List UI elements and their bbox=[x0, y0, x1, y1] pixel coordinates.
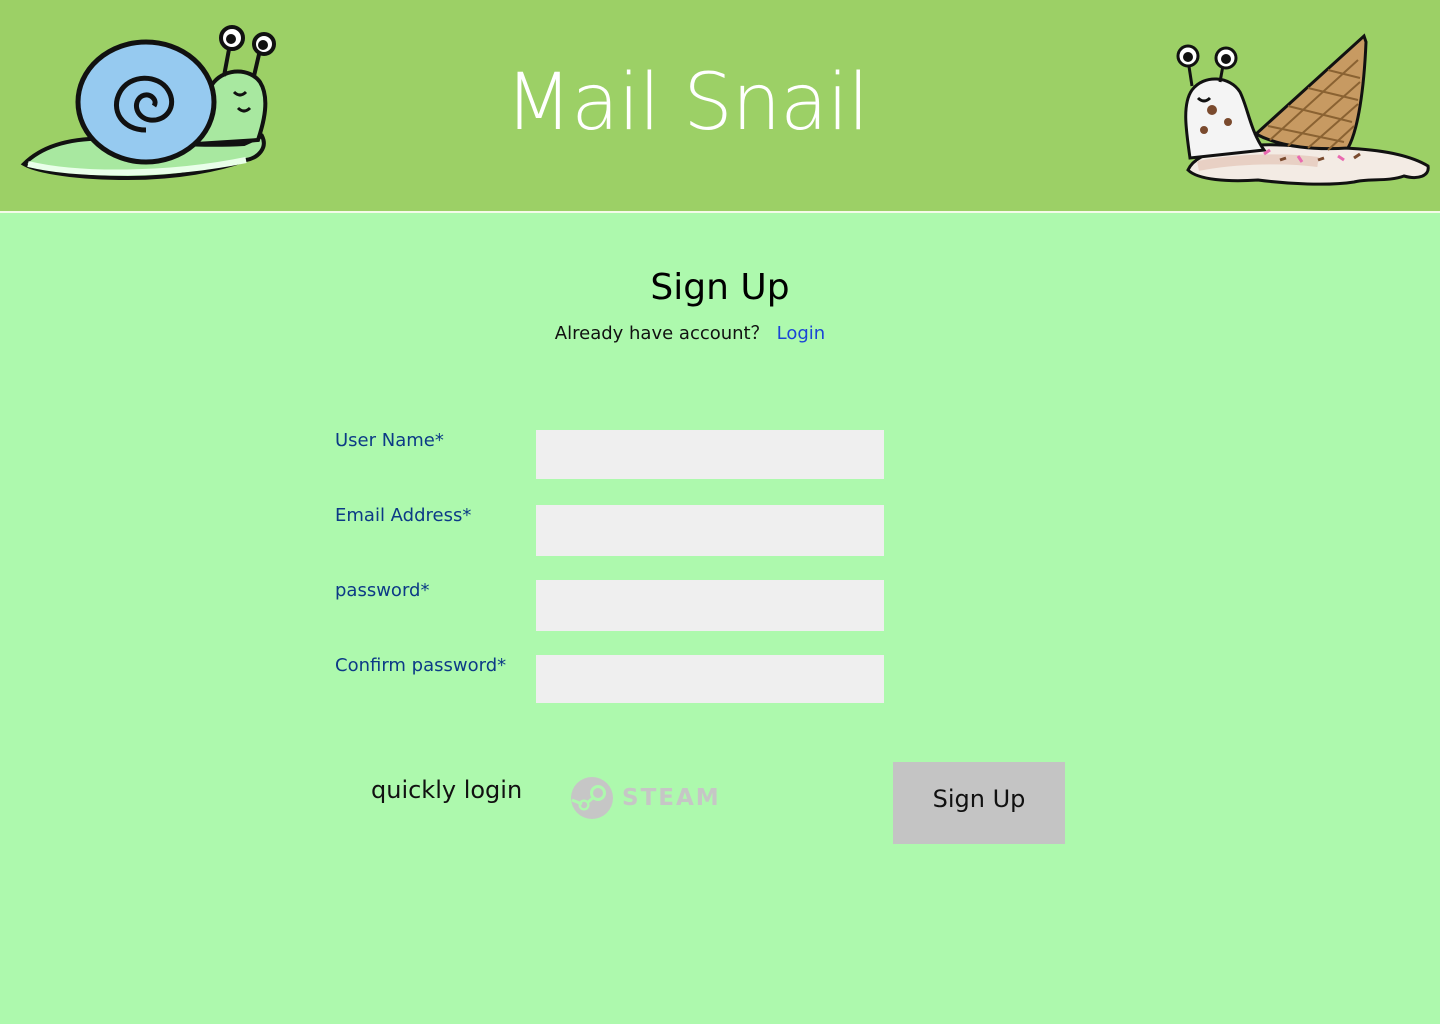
confirm-password-input[interactable] bbox=[536, 655, 884, 703]
steam-login-button[interactable]: STEAM bbox=[570, 775, 721, 821]
ice-cream-snail-icon bbox=[1176, 33, 1430, 186]
confirm-password-label: Confirm password* bbox=[335, 655, 507, 676]
app-header: Mail Snail bbox=[0, 0, 1440, 213]
username-label: User Name* bbox=[335, 430, 444, 451]
page-title: Sign Up bbox=[650, 267, 790, 308]
login-link[interactable]: Login bbox=[777, 323, 826, 344]
account-prompt: Already have account？ bbox=[554, 323, 769, 344]
snail-icon bbox=[20, 25, 276, 181]
email-label: Email Address* bbox=[335, 505, 472, 526]
brand-title: Mail Snail bbox=[505, 58, 869, 148]
email-input[interactable] bbox=[536, 505, 884, 556]
quick-login-label: quickly login bbox=[371, 776, 523, 804]
sign-up-button[interactable]: Sign Up bbox=[893, 762, 1065, 844]
username-input[interactable] bbox=[536, 430, 884, 479]
steam-icon bbox=[571, 777, 613, 819]
password-input[interactable] bbox=[536, 580, 884, 631]
account-prompt-row: Already have account？ Login bbox=[0, 319, 1380, 345]
signup-panel: Sign Up Already have account？ Login User … bbox=[0, 215, 1440, 1024]
password-label: password* bbox=[335, 580, 430, 601]
steam-label: STEAM bbox=[622, 785, 721, 811]
